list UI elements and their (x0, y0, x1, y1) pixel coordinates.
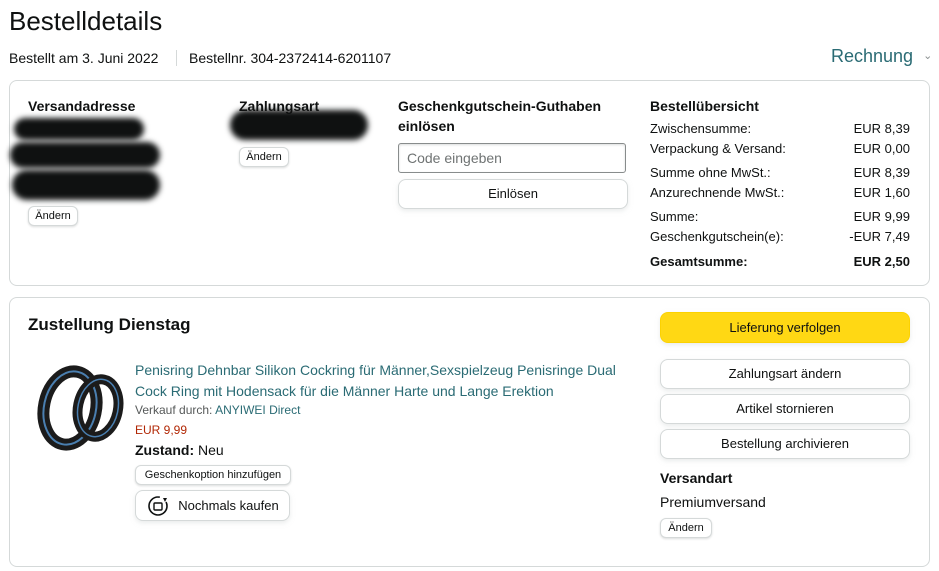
shipping-address-title: Versandadresse (28, 98, 136, 114)
summary-value: -EUR 7,49 (849, 229, 910, 244)
invoice-dropdown[interactable]: Rechnung ⌄ (831, 44, 932, 68)
payment-method-redacted (230, 110, 368, 140)
condition: Zustand: Neu (135, 440, 224, 460)
meta-divider (176, 50, 177, 66)
summary-value: EUR 9,99 (853, 209, 910, 224)
product-title-link[interactable]: Penisring Dehnbar Silikon Cockring für M… (135, 360, 635, 402)
gift-code-input[interactable] (398, 143, 626, 173)
product-title-line2: Cock Ring mit Hodensack für die Männer H… (135, 383, 554, 399)
gift-card-title: Geschenkgutschein-Guthaben (398, 98, 602, 114)
condition-label: Zustand: (135, 442, 195, 458)
summary-label: Summe: (650, 209, 699, 224)
summary-value: EUR 2,50 (853, 254, 910, 269)
summary-label: Gesamtsumme: (650, 254, 748, 269)
summary-total-row: Gesamtsumme: EUR 2,50 (650, 253, 910, 271)
sold-by-prefix: Verkauf durch: (135, 403, 216, 417)
product-price: EUR 9,99 (135, 423, 188, 437)
buy-again-label: Nochmals kaufen (178, 498, 279, 513)
product-image[interactable] (30, 360, 126, 452)
change-payment-button[interactable]: Ändern (239, 147, 289, 167)
buy-again-icon (146, 494, 170, 518)
invoice-label: Rechnung (831, 46, 914, 66)
summary-value: EUR 0,00 (853, 141, 910, 156)
sold-by: Verkauf durch: ANYIWEI Direct (135, 402, 300, 418)
shipping-method-value: Premiumversand (660, 494, 766, 510)
summary-row: Verpackung & Versand: EUR 0,00 (650, 140, 910, 158)
cock-ring-icon (37, 365, 124, 451)
summary-row: Geschenkgutschein(e): -EUR 7,49 (650, 228, 910, 246)
gift-card-title-line2: einlösen (398, 118, 455, 134)
redeem-button[interactable]: Einlösen (398, 179, 628, 209)
order-date: Bestellt am 3. Juni 2022 (9, 50, 159, 66)
change-payment-method-button[interactable]: Zahlungsart ändern (660, 359, 910, 389)
summary-label: Summe ohne MwSt.: (650, 165, 771, 180)
summary-row: Zwischensumme: EUR 8,39 (650, 120, 910, 138)
order-summary-title: Bestellübersicht (650, 98, 759, 114)
page-title: Bestelldetails (9, 6, 163, 36)
summary-row: Anzurechnende MwSt.: EUR 1,60 (650, 184, 910, 202)
summary-label: Zwischensumme: (650, 121, 752, 136)
summary-label: Geschenkgutschein(e): (650, 229, 784, 244)
shipping-address-redacted (10, 118, 160, 206)
change-address-button[interactable]: Ändern (28, 206, 78, 226)
track-delivery-button[interactable]: Lieferung verfolgen (660, 312, 910, 343)
change-shipping-method-button[interactable]: Ändern (660, 518, 712, 538)
seller-link[interactable]: ANYIWEI Direct (215, 403, 300, 417)
order-number: Bestellnr. 304-2372414-6201107 (189, 50, 392, 66)
summary-value: EUR 1,60 (853, 185, 910, 200)
summary-label: Verpackung & Versand: (650, 141, 786, 156)
archive-order-button[interactable]: Bestellung archivieren (660, 429, 910, 459)
cancel-items-button[interactable]: Artikel stornieren (660, 394, 910, 424)
summary-row: Summe ohne MwSt.: EUR 8,39 (650, 164, 910, 182)
shipping-method-title: Versandart (660, 470, 733, 486)
delivery-heading: Zustellung Dienstag (28, 315, 191, 334)
chevron-down-icon: ⌄ (923, 50, 933, 62)
summary-value: EUR 8,39 (853, 165, 910, 180)
product-title-line1: Penisring Dehnbar Silikon Cockring für M… (135, 362, 616, 378)
buy-again-button[interactable]: Nochmals kaufen (135, 490, 290, 521)
summary-value: EUR 8,39 (853, 121, 910, 136)
add-gift-option-button[interactable]: Geschenkoption hinzufügen (135, 465, 291, 485)
summary-row: Summe: EUR 9,99 (650, 208, 910, 226)
summary-label: Anzurechnende MwSt.: (650, 185, 785, 200)
condition-value: Neu (198, 442, 224, 458)
